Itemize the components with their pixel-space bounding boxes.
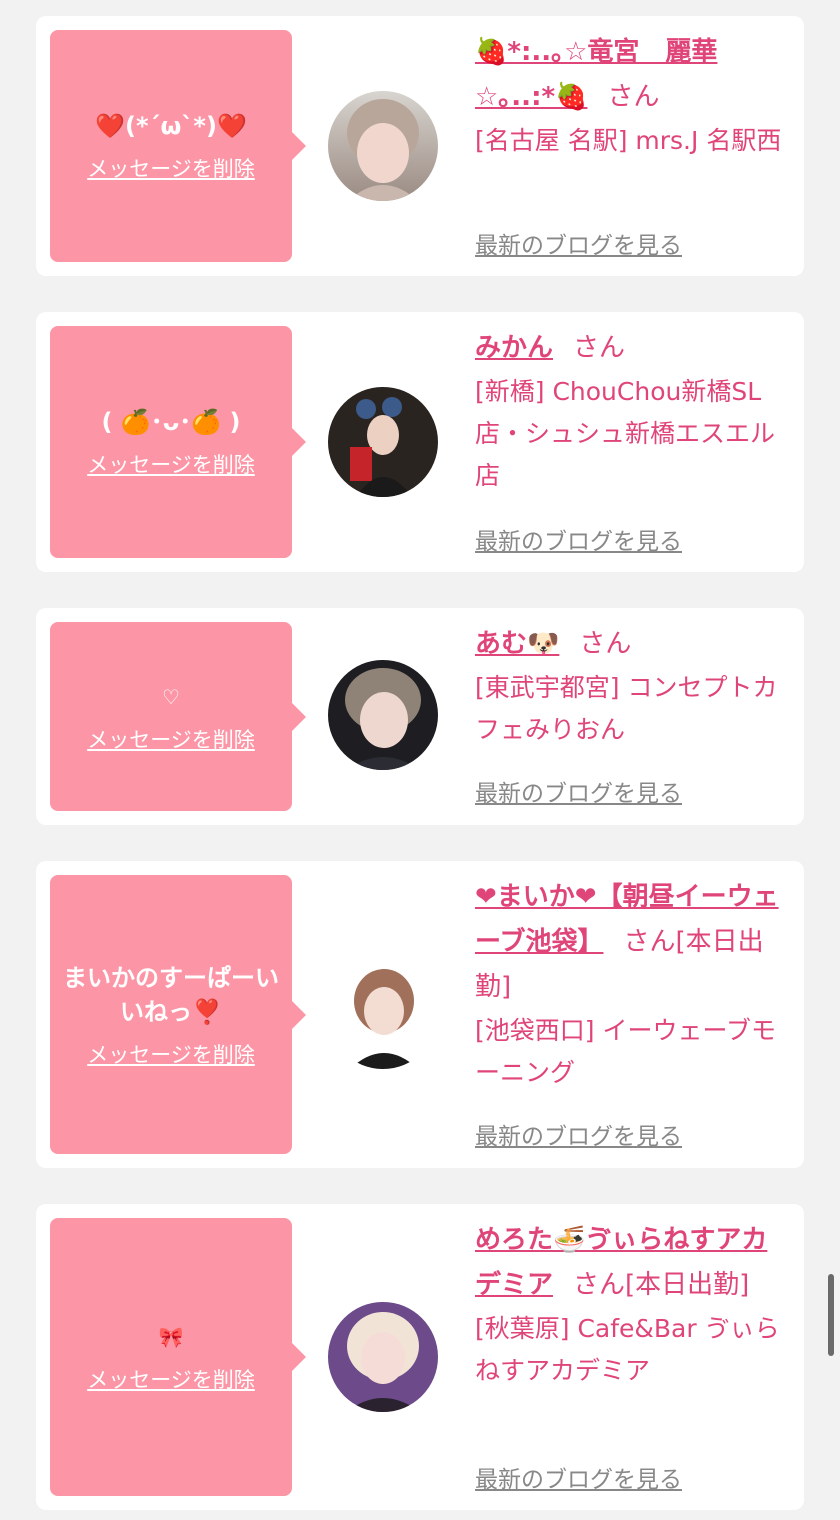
message-bubble: ❤️(*´ω`*)❤️ メッセージを削除: [50, 30, 306, 262]
message-text: ❤️(*´ω`*)❤️: [95, 112, 247, 140]
message-text: まいかのすーぱーいいねっ❣️: [63, 963, 279, 1026]
honorific: さん: [607, 82, 660, 112]
cast-info: みかん さん [新橋] ChouChou新橋SL店・シュシュ新橋エスエル店: [475, 326, 793, 497]
message-bubble: まいかのすーぱーいいねっ❣️ メッセージを削除: [50, 875, 306, 1154]
cast-info: ❤まいか❤【朝昼イーウェーブ池袋】 さん[本日出勤] [池袋西口] イーウェーブモ…: [475, 875, 793, 1094]
cast-info: 🍓*:..｡☆竜宮 麗華☆｡..:*🍓 さん [名古屋 名駅] mrs.J 名駅西: [475, 30, 793, 162]
favorite-card: ♡ メッセージを削除 あむ🐶 さん [東武宇都宮] コンセプトカフェみりおん 最新…: [36, 608, 804, 825]
cast-info: めろた🍜ゔぃらねすアカデミア さん[本日出勤] [秋葉原] Cafe&Bar ゔぃ…: [475, 1218, 793, 1392]
delete-message-link[interactable]: メッセージを削除: [87, 449, 255, 479]
delete-message-link[interactable]: メッセージを削除: [87, 1039, 255, 1069]
cast-name-link[interactable]: みかん: [475, 333, 553, 363]
message-bubble: ♡ メッセージを削除: [50, 622, 306, 811]
latest-blog-link[interactable]: 最新のブログを見る: [475, 1460, 682, 1494]
favorite-card: まいかのすーぱーいいねっ❣️ メッセージを削除 ❤まいか❤【朝昼イーウェーブ池袋…: [36, 861, 804, 1168]
honorific: さん: [579, 629, 632, 659]
latest-blog-link[interactable]: 最新のブログを見る: [475, 1117, 682, 1151]
shop-text: [東武宇都宮] コンセプトカフェみりおん: [475, 673, 778, 744]
cast-name-link[interactable]: あむ🐶: [475, 629, 559, 659]
avatar[interactable]: [328, 1302, 438, 1412]
avatar[interactable]: [328, 91, 438, 201]
avatar[interactable]: [328, 387, 438, 497]
message-bubble: 🎀 メッセージを削除: [50, 1218, 306, 1496]
delete-message-link[interactable]: メッセージを削除: [87, 724, 255, 754]
scrollbar[interactable]: [828, 1274, 834, 1356]
favorite-card: ( 🍊･ᴗ･🍊 ) メッセージを削除 みかん さん [新橋] ChouChou新橋…: [36, 312, 804, 572]
message-text: 🎀: [158, 1325, 184, 1349]
avatar[interactable]: [328, 959, 438, 1069]
latest-blog-link[interactable]: 最新のブログを見る: [475, 226, 682, 260]
avatar[interactable]: [328, 660, 438, 770]
message-text: ♡: [162, 684, 180, 709]
shop-text: [名古屋 名駅] mrs.J 名駅西: [475, 126, 782, 155]
latest-blog-link[interactable]: 最新のブログを見る: [475, 774, 682, 808]
honorific: さん[本日出勤]: [573, 1270, 750, 1300]
shop-text: [秋葉原] Cafe&Bar ゔぃらねすアカデミア: [475, 1314, 780, 1385]
honorific: さん: [573, 333, 626, 363]
delete-message-link[interactable]: メッセージを削除: [87, 153, 255, 183]
message-bubble: ( 🍊･ᴗ･🍊 ) メッセージを削除: [50, 326, 306, 558]
cast-info: あむ🐶 さん [東武宇都宮] コンセプトカフェみりおん: [475, 622, 793, 751]
cast-name-link[interactable]: 🍓*:..｡☆竜宮 麗華☆｡..:*🍓: [475, 37, 717, 112]
message-text: ( 🍊･ᴗ･🍊 ): [101, 408, 241, 436]
latest-blog-link[interactable]: 最新のブログを見る: [475, 522, 682, 556]
delete-message-link[interactable]: メッセージを削除: [87, 1364, 255, 1394]
favorite-card: ❤️(*´ω`*)❤️ メッセージを削除 🍓*:..｡☆竜宮 麗華☆｡..:*🍓…: [36, 16, 804, 276]
favorite-card: 🎀 メッセージを削除 めろた🍜ゔぃらねすアカデミア さん[本日出勤] [秋葉原] …: [36, 1204, 804, 1510]
shop-text: [新橋] ChouChou新橋SL店・シュシュ新橋エスエル店: [475, 377, 776, 490]
shop-text: [池袋西口] イーウェーブモーニング: [475, 1016, 776, 1087]
